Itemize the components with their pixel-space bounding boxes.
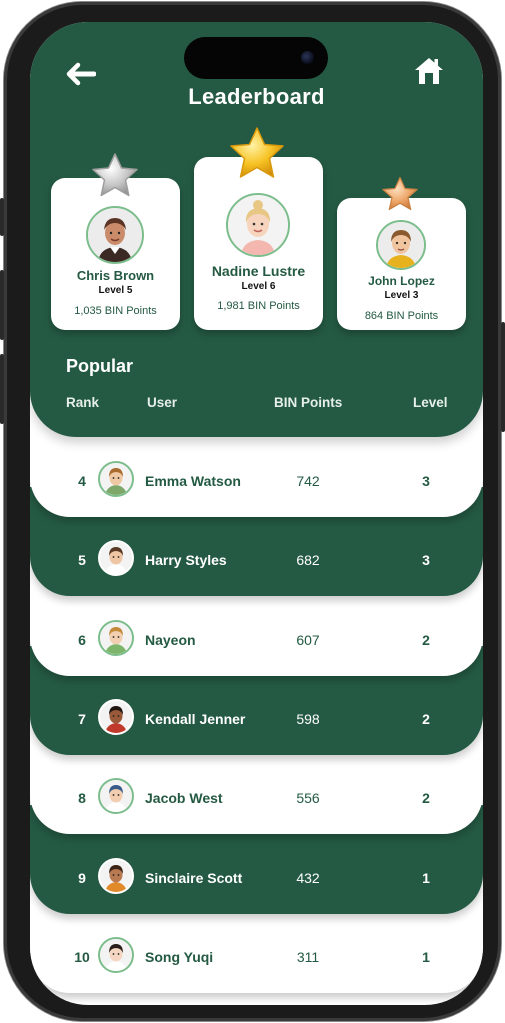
avatar	[98, 778, 134, 815]
action-button	[0, 198, 4, 236]
row-username: Nayeon	[145, 631, 196, 648]
back-arrow-icon[interactable]	[66, 62, 97, 86]
dynamic-island	[184, 37, 328, 79]
podium-points: 1,981 BIN Points	[217, 300, 300, 312]
avatar	[98, 461, 134, 497]
page-title: Leaderboard	[188, 84, 325, 109]
avatar	[98, 540, 134, 577]
row-level: 1	[422, 948, 430, 965]
row-level: 1	[422, 869, 430, 886]
avatar	[98, 857, 134, 894]
row-rank: 5	[78, 552, 86, 569]
camera-icon	[301, 51, 314, 64]
row-points: 598	[296, 710, 320, 727]
row-level: 2	[422, 710, 430, 727]
podium-name: Nadine Lustre	[211, 263, 306, 279]
column-header-points: BIN Points	[274, 395, 343, 410]
row-rank: 6	[78, 631, 86, 648]
row-points: 432	[296, 869, 320, 886]
row-username: Kendall Jenner	[145, 710, 246, 727]
gold-star-icon	[228, 126, 286, 187]
column-header-level: Level	[413, 395, 448, 410]
volume-up-button	[0, 270, 4, 340]
row-points: 556	[296, 790, 320, 807]
home-icon[interactable]	[414, 56, 444, 86]
row-username: Harry Styles	[145, 552, 227, 569]
row-level: 2	[422, 790, 430, 807]
silver-star-icon	[90, 152, 140, 205]
row-username: Emma Watson	[145, 473, 241, 489]
row-points: 311	[296, 948, 320, 965]
row-username: Jacob West	[145, 790, 223, 807]
podium-level: Level 3	[384, 290, 419, 301]
leaderboard-header: Leaderboard Chris Brown Level 5 1,035 BI…	[30, 22, 483, 437]
row-rank: 7	[78, 710, 86, 727]
row-rank: 9	[78, 869, 86, 886]
volume-down-button	[0, 354, 4, 424]
avatar	[86, 206, 144, 264]
avatar	[376, 220, 426, 270]
row-level: 3	[422, 552, 430, 569]
row-rank: 10	[74, 948, 90, 965]
avatar	[98, 936, 134, 973]
row-username: Song Yuqi	[145, 948, 214, 965]
app-screen: 10 Song Yuqi 311 1 9 Sinclaire Scott 432 1 8 Jaco…	[30, 22, 483, 1005]
section-title-popular: Popular	[66, 356, 134, 376]
row-points: 607	[296, 631, 320, 648]
power-button	[501, 322, 505, 432]
podium-name: John Lopez	[368, 274, 435, 288]
row-username: Sinclaire Scott	[145, 869, 243, 886]
row-level: 3	[422, 473, 430, 489]
avatar	[98, 698, 134, 735]
row-points: 682	[296, 552, 320, 569]
podium-level: Level 5	[98, 285, 133, 296]
podium-points: 864 BIN Points	[364, 310, 439, 322]
avatar	[98, 619, 134, 656]
podium-name: Chris Brown	[76, 268, 155, 283]
column-header-rank: Rank	[66, 395, 100, 410]
row-points: 742	[296, 473, 320, 489]
bronze-star-icon	[381, 176, 419, 218]
row-level: 2	[422, 631, 430, 648]
row-rank: 8	[78, 790, 86, 807]
podium-points: 1,035 BIN Points	[74, 305, 157, 317]
row-rank: 4	[78, 473, 86, 489]
phone-frame: 10 Song Yuqi 311 1 9 Sinclaire Scott 432 1 8 Jaco…	[0, 2, 505, 1021]
avatar	[226, 193, 290, 257]
column-header-user: User	[147, 395, 178, 410]
podium-level: Level 6	[241, 281, 276, 292]
